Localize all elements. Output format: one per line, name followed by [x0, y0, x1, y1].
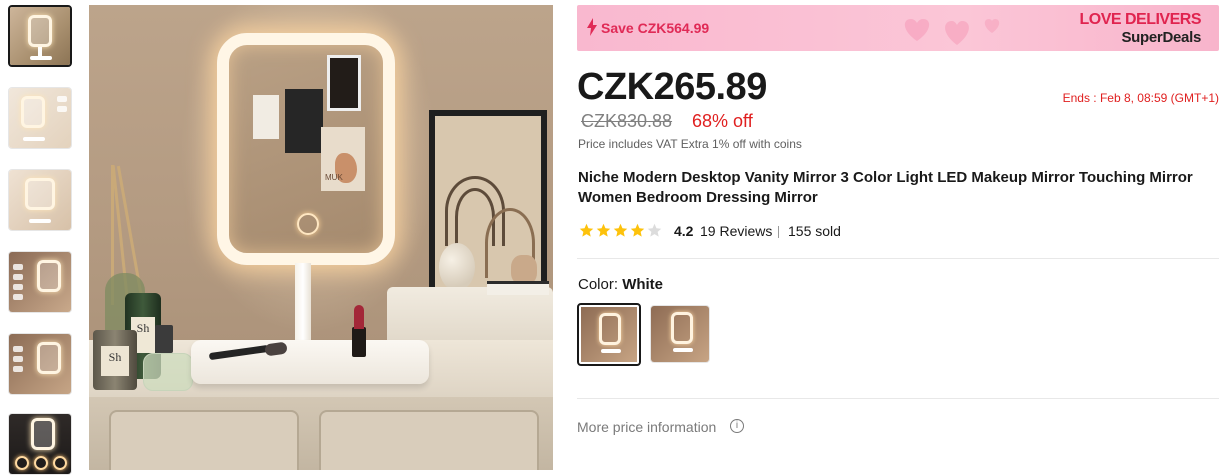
- star-filled-icon: [579, 223, 594, 237]
- light-ring-graphic: [34, 456, 48, 470]
- color-label: Color: White: [578, 276, 663, 293]
- sold-count: 155 sold: [788, 223, 841, 239]
- reflected-poster: [327, 55, 361, 111]
- lipstick-tube: [352, 327, 366, 357]
- mirror-thumb-graphic: [37, 260, 61, 292]
- rating-value: 4.2: [674, 223, 694, 239]
- hearts-decoration-icon: [904, 19, 1000, 45]
- drawer: [109, 410, 299, 470]
- mirror-thumb-graphic: [21, 96, 45, 128]
- drawer: [319, 410, 539, 470]
- section-divider: [577, 398, 1219, 399]
- mirror-tray: [191, 340, 429, 384]
- mirror-thumb-graphic: [31, 418, 55, 450]
- star-filled-icon: [613, 223, 628, 237]
- base-graphic: [23, 137, 45, 141]
- superdeals-banner: Save CZK564.99 LOVE DELIVERS SuperDeals: [577, 5, 1219, 51]
- base-graphic: [601, 349, 621, 353]
- reflected-poster: [285, 89, 323, 153]
- section-divider: [577, 258, 1219, 259]
- thumbnail-1[interactable]: [8, 5, 72, 67]
- vat-note: Price includes VAT Extra 1% off with coi…: [578, 137, 802, 151]
- original-price: CZK830.88: [581, 111, 673, 131]
- info-icon[interactable]: i: [730, 419, 744, 433]
- mirror-thumb-graphic: [37, 342, 61, 374]
- light-ring-graphic: [15, 456, 29, 470]
- mirror-swatch-graphic: [599, 313, 621, 345]
- thumbnail-4[interactable]: [8, 251, 72, 313]
- reflected-poster: MUK: [321, 127, 365, 191]
- led-mirror: MUK: [217, 33, 395, 265]
- base-graphic: [30, 56, 52, 60]
- mirror-thumb-graphic: [28, 15, 52, 47]
- brand-line-1: LOVE DELIVERS: [1079, 11, 1201, 28]
- selected-color-value: White: [622, 276, 664, 293]
- main-product-image[interactable]: Sh Sh MUK: [89, 5, 553, 470]
- badge-graphic: [13, 346, 23, 352]
- base-graphic: [673, 348, 693, 352]
- mirror-thumb-graphic: [25, 178, 55, 210]
- thumbnail-6[interactable]: [8, 413, 72, 475]
- light-ring-graphic: [53, 456, 67, 470]
- badge-graphic: [13, 366, 23, 372]
- badge-graphic: [13, 294, 23, 300]
- side-shelf: [387, 287, 553, 347]
- decor-sphere: [439, 243, 475, 291]
- save-amount: Save CZK564.99: [601, 20, 710, 36]
- deal-ends-timer: Ends : Feb 8, 08:59 (GMT+1): [1062, 91, 1219, 105]
- perfume-cap: [155, 325, 173, 353]
- brand-line-2: SuperDeals: [1121, 29, 1201, 46]
- current-price: CZK265.89: [577, 66, 767, 108]
- color-option-1[interactable]: [577, 303, 641, 366]
- badge-graphic: [13, 356, 23, 362]
- lightning-bolt-icon: [587, 18, 597, 36]
- star-empty-icon: [647, 223, 662, 237]
- poster-text: MUK: [325, 173, 343, 182]
- badge-graphic: [57, 96, 67, 102]
- discount-percent: 68% off: [692, 111, 753, 131]
- lipstick-tip: [354, 305, 364, 329]
- product-title: Niche Modern Desktop Vanity Mirror 3 Col…: [578, 169, 1193, 206]
- badge-graphic: [13, 284, 23, 290]
- divider: [778, 226, 779, 238]
- thumbnail-2[interactable]: [8, 87, 72, 149]
- reflected-poster: [253, 95, 279, 139]
- cosmetic-jar: Sh: [93, 330, 137, 390]
- star-rating: [579, 223, 662, 239]
- badge-graphic: [13, 264, 23, 270]
- color-label-prefix: Color:: [578, 276, 623, 293]
- books: [487, 281, 549, 295]
- color-option-2[interactable]: [650, 305, 710, 363]
- more-price-info-link[interactable]: More price information: [577, 419, 716, 435]
- thumbnail-3[interactable]: [8, 169, 72, 231]
- badge-graphic: [13, 274, 23, 280]
- touch-sensor-icon: [297, 213, 319, 235]
- reviews-link[interactable]: 19 Reviews: [700, 223, 772, 239]
- thumbnail-5[interactable]: [8, 333, 72, 395]
- star-filled-icon: [630, 223, 645, 237]
- star-filled-icon: [596, 223, 611, 237]
- jar-label: Sh: [101, 346, 129, 376]
- mirror-swatch-graphic: [671, 312, 693, 344]
- base-graphic: [29, 219, 51, 223]
- badge-graphic: [57, 106, 67, 112]
- perfume-bottle: [143, 353, 193, 391]
